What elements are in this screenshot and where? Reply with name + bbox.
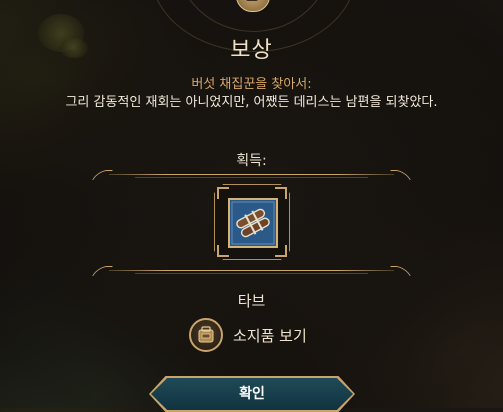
reward-item-slot[interactable]	[214, 184, 290, 260]
view-inventory-button[interactable]: 소지품 보기	[189, 318, 307, 352]
dialog-title: 보상	[230, 38, 273, 63]
confirm-label: 확인	[239, 386, 265, 402]
top-divider	[92, 170, 411, 180]
reward-item-name: 타브	[237, 292, 266, 310]
view-inventory-label: 소지품 보기	[233, 326, 307, 345]
rewards-label: 획득:	[236, 153, 267, 169]
quest-name: 버섯 채집꾼을 찾아서:	[191, 77, 312, 92]
backpack-icon	[189, 318, 223, 352]
quest-description: 그리 감동적인 재회는 아니었지만, 어쨌든 데리스는 남편을 되찾았다.	[65, 95, 438, 110]
confirm-button[interactable]: 확인	[149, 376, 355, 412]
bottom-divider	[92, 266, 411, 276]
reward-dialog: 보상 버섯 채집꾼을 찾아서: 그리 감동적인 재회는 아니었지만, 어쨌든 데…	[0, 0, 503, 412]
scroll-bundle-icon	[230, 200, 276, 246]
